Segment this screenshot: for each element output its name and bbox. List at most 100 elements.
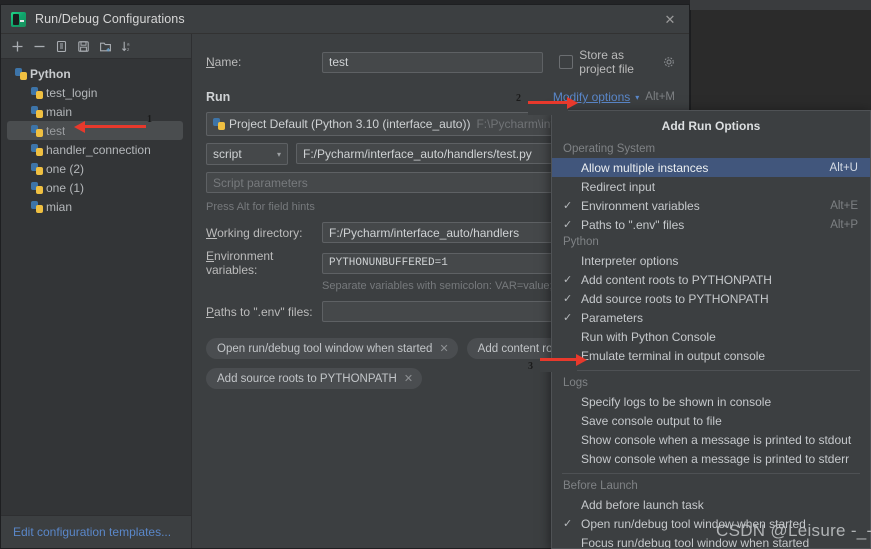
close-icon[interactable]: ✕ — [657, 7, 683, 31]
sort-az-icon[interactable]: az — [117, 36, 137, 56]
menu-item-label: Paths to ".env" files — [581, 217, 685, 232]
sidebar-item-test_login[interactable]: test_login — [1, 83, 191, 102]
menu-group-before-launch: Before Launch — [563, 480, 638, 492]
minus-icon[interactable] — [29, 36, 49, 56]
name-row: Name: test Store as project file — [206, 48, 675, 76]
store-as-project-file-label: Store as project file — [579, 48, 634, 76]
check-icon: ✓ — [563, 312, 573, 324]
python-icon — [31, 86, 43, 99]
menu-item-add-content-roots-to-pythonpath[interactable]: ✓ Add content roots to PYTHONPATH — [552, 270, 870, 289]
tree-item-label: main — [46, 104, 73, 119]
python-icon — [31, 105, 43, 118]
chevron-down-icon[interactable]: ▾ — [277, 150, 281, 159]
menu-item-redirect-input[interactable]: Redirect input — [552, 177, 870, 196]
tree-item-label: mian — [46, 199, 73, 214]
python-icon — [31, 200, 43, 213]
menu-item-label: Environment variables — [581, 198, 700, 213]
configurations-tree[interactable]: ⌄ Python test_login main test — [1, 59, 191, 515]
run-section-header: Run Modify options ▾ Alt+M — [206, 90, 675, 104]
check-icon: ✓ — [563, 293, 573, 305]
emulate-terminal-menu-item[interactable]: Emulate terminal in output console — [552, 346, 870, 365]
tree-group-label: Python — [30, 66, 71, 81]
check-icon: ✓ — [563, 219, 573, 231]
svg-text:a: a — [127, 41, 130, 46]
store-as-project-file-row[interactable]: Store as project file — [559, 48, 675, 76]
store-as-project-file-checkbox[interactable] — [559, 55, 574, 69]
menu-item-specify-logs[interactable]: Specify logs to be shown in console — [552, 392, 870, 411]
python-icon — [31, 162, 43, 175]
close-icon[interactable]: ✕ — [439, 342, 448, 355]
tree-item-label: one (2) — [46, 161, 85, 176]
dialog-title: Run/Debug Configurations — [35, 12, 185, 26]
menu-item-save-console-output-to-file[interactable]: Save console output to file — [552, 411, 870, 430]
chevron-down-icon[interactable]: ▾ — [635, 93, 639, 102]
menu-item-environment-variables[interactable]: ✓ Environment variables Alt+E — [552, 196, 870, 215]
tree-item-label: handler_connection — [46, 142, 151, 157]
name-input[interactable]: test — [322, 51, 544, 73]
menu-group-python: Python — [563, 236, 599, 248]
screen-root: Run/Debug Configurations ✕ a z Python te… — [0, 0, 871, 549]
tree-item-label: test_login — [46, 85, 98, 100]
python-icon — [31, 143, 43, 156]
check-icon: ✓ — [563, 274, 573, 286]
new-folder-icon[interactable] — [95, 36, 115, 56]
python-icon — [213, 118, 225, 130]
target-type-select[interactable]: script ▾ — [206, 143, 288, 165]
tree-item-label: test — [46, 123, 66, 138]
menu-item-label: Parameters — [581, 310, 644, 325]
sidebar-toolbar: az — [1, 34, 191, 59]
menu-item-label: Show console when a message is printed t… — [581, 451, 850, 466]
modify-options-shortcut: Alt+M — [645, 91, 675, 103]
chip-label: Add source roots to PYTHONPATH — [217, 372, 397, 385]
pycharm-icon — [11, 11, 26, 27]
menu-item-interpreter-options[interactable]: Interpreter options — [552, 251, 870, 270]
menu-item-show-console-stdout[interactable]: Show console when a message is printed t… — [552, 430, 870, 449]
behind-window-strip — [690, 0, 871, 10]
sidebar-item-mian[interactable]: mian — [1, 197, 191, 216]
menu-item-label: Emulate terminal in output console — [581, 348, 766, 363]
menu-item-allow-multiple-instances[interactable]: Allow multiple instances Alt+U — [552, 158, 870, 177]
menu-item-add-source-roots-to-pythonpath[interactable]: ✓ Add source roots to PYTHONPATH — [552, 289, 870, 308]
menu-title: Add Run Options — [661, 119, 761, 133]
configurations-sidebar: az ⌄ Python test_login mai — [1, 34, 192, 548]
modify-options-link[interactable]: Modify options ▾ — [553, 90, 639, 104]
menu-item-add-before-launch-task[interactable]: Add before launch task — [552, 495, 870, 514]
menu-separator — [562, 370, 860, 371]
sidebar-footer: Edit configuration templates... — [1, 515, 191, 548]
check-icon: ✓ — [563, 200, 573, 212]
menu-item-label: Save console output to file — [581, 413, 722, 428]
menu-item-parameters[interactable]: ✓ Parameters — [552, 308, 870, 327]
watermark: CSDN @Leisure -_- — [716, 521, 871, 540]
add-run-options-menu[interactable]: Add Run Options Operating System Allow m… — [551, 110, 871, 549]
interpreter-value: Project Default (Python 3.10 (interface_… — [229, 117, 471, 131]
sidebar-item-handler_connection[interactable]: handler_connection — [1, 140, 191, 159]
copy-icon[interactable] — [51, 36, 71, 56]
sidebar-item-one-2[interactable]: one (2) — [1, 159, 191, 178]
chip-add-source-roots-to-pythonpath[interactable]: Add source roots to PYTHONPATH ✕ — [206, 368, 423, 389]
menu-item-paths-to-env-files[interactable]: ✓ Paths to ".env" files Alt+P — [552, 215, 870, 234]
menu-item-show-console-stderr[interactable]: Show console when a message is printed t… — [552, 449, 870, 468]
menu-item-label: Add before launch task — [581, 497, 704, 512]
menu-item-label: Add content roots to PYTHONPATH — [581, 272, 772, 287]
python-icon — [15, 67, 27, 80]
sidebar-item-main[interactable]: main — [1, 102, 191, 121]
svg-text:z: z — [127, 47, 130, 52]
menu-item-shortcut: Alt+P — [830, 218, 858, 231]
save-icon[interactable] — [73, 36, 93, 56]
menu-item-run-with-python-console[interactable]: Run with Python Console — [552, 327, 870, 346]
modify-options-label[interactable]: Modify options — [553, 90, 630, 104]
menu-group-operating-system: Operating System — [563, 143, 656, 155]
plus-icon[interactable] — [7, 36, 27, 56]
menu-item-label: Add source roots to PYTHONPATH — [581, 291, 769, 306]
menu-item-label: Allow multiple instances — [581, 160, 709, 175]
tree-group-python[interactable]: ⌄ Python — [1, 64, 191, 83]
sidebar-item-one-1[interactable]: one (1) — [1, 178, 191, 197]
menu-item-shortcut: Alt+E — [830, 199, 858, 212]
dialog-titlebar: Run/Debug Configurations ✕ — [1, 5, 689, 34]
chip-open-run-debug-tool-window[interactable]: Open run/debug tool window when started … — [206, 338, 458, 359]
close-icon[interactable]: ✕ — [404, 372, 413, 385]
target-type-value: script — [213, 147, 242, 161]
sidebar-item-test[interactable]: test — [7, 121, 183, 140]
edit-configuration-templates-link[interactable]: Edit configuration templates... — [13, 525, 171, 539]
gear-icon[interactable] — [663, 56, 675, 68]
